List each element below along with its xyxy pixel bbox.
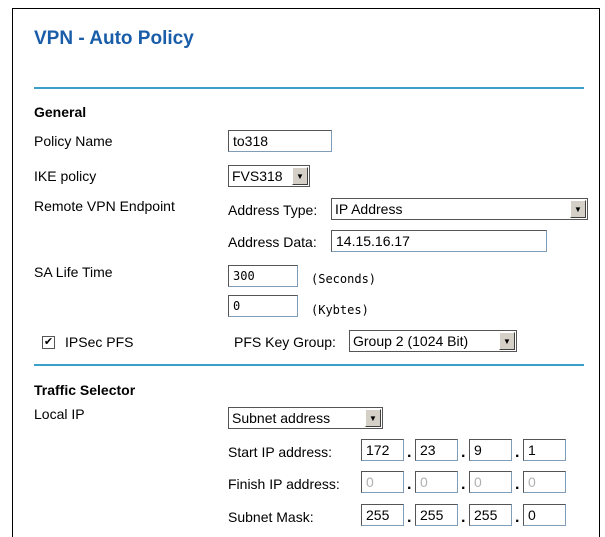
address-type-select[interactable]: IP Address ▼: [331, 198, 588, 220]
finish-ip-label: Finish IP address:: [228, 476, 340, 492]
ip-dot: .: [407, 509, 412, 526]
ip-dot: .: [407, 476, 412, 493]
local-ip-label: Local IP: [34, 406, 85, 422]
checkmark-icon: ✔: [43, 336, 54, 348]
ipsec-pfs-label: IPSec PFS: [65, 334, 134, 350]
subnet-mask-octet-2[interactable]: 255: [415, 504, 458, 526]
finish-ip-octet-2[interactable]: 0: [415, 471, 458, 493]
pfs-key-group-value: Group 2 (1024 Bit): [353, 333, 469, 349]
start-ip-octet-1[interactable]: 172: [361, 439, 404, 461]
sa-kbytes-input[interactable]: 0: [228, 295, 298, 317]
finish-ip-octet-1[interactable]: 0: [361, 471, 404, 493]
ipsec-pfs-checkbox[interactable]: ✔: [42, 336, 55, 349]
start-ip-octet-2[interactable]: 23: [415, 439, 458, 461]
local-ip-type-select[interactable]: Subnet address ▼: [228, 407, 383, 429]
remote-endpoint-label: Remote VPN Endpoint: [34, 198, 175, 214]
sa-seconds-unit: (Seconds): [311, 272, 377, 286]
ip-dot: .: [515, 444, 520, 461]
start-ip-octet-4[interactable]: 1: [523, 439, 566, 461]
address-type-value: IP Address: [335, 201, 403, 217]
ip-dot: .: [407, 444, 412, 461]
subnet-mask-octet-3[interactable]: 255: [469, 504, 512, 526]
finish-ip-octet-3[interactable]: 0: [469, 471, 512, 493]
sa-seconds-input[interactable]: 300: [228, 265, 298, 287]
policy-name-input[interactable]: to318: [228, 130, 332, 152]
sa-lifetime-label: SA Life Time: [34, 264, 113, 280]
address-type-label: Address Type:: [228, 202, 318, 218]
finish-ip-octet-4[interactable]: 0: [523, 471, 566, 493]
pfs-key-group-select[interactable]: Group 2 (1024 Bit) ▼: [349, 330, 517, 352]
ip-dot: .: [461, 476, 466, 493]
chevron-down-icon: ▼: [570, 200, 586, 218]
start-ip-label: Start IP address:: [228, 444, 333, 460]
ike-policy-value: FVS318: [232, 168, 283, 184]
section-divider: [34, 364, 584, 366]
ip-dot: .: [461, 444, 466, 461]
subnet-mask-label: Subnet Mask:: [228, 509, 314, 525]
address-data-label: Address Data:: [228, 234, 317, 250]
title-divider: [34, 87, 584, 89]
chevron-down-icon: ▼: [365, 409, 381, 427]
traffic-selector-heading: Traffic Selector: [34, 382, 136, 398]
address-data-input[interactable]: 14.15.16.17: [331, 230, 547, 252]
chevron-down-icon: ▼: [292, 167, 308, 185]
subnet-mask-octet-1[interactable]: 255: [361, 504, 404, 526]
general-heading: General: [34, 104, 87, 120]
ip-dot: .: [461, 509, 466, 526]
page-title: VPN - Auto Policy: [34, 28, 194, 49]
ike-policy-select[interactable]: FVS318 ▼: [228, 165, 310, 187]
pfs-key-group-label: PFS Key Group:: [234, 334, 336, 350]
subnet-mask-octet-4[interactable]: 0: [523, 504, 566, 526]
ip-dot: .: [515, 476, 520, 493]
chevron-down-icon: ▼: [499, 332, 515, 350]
start-ip-octet-3[interactable]: 9: [469, 439, 512, 461]
policy-name-label: Policy Name: [34, 133, 113, 149]
ip-dot: .: [515, 509, 520, 526]
sa-kbytes-unit: (Kybtes): [311, 303, 369, 317]
local-ip-type-value: Subnet address: [232, 410, 331, 426]
ike-policy-label: IKE policy: [34, 168, 97, 184]
